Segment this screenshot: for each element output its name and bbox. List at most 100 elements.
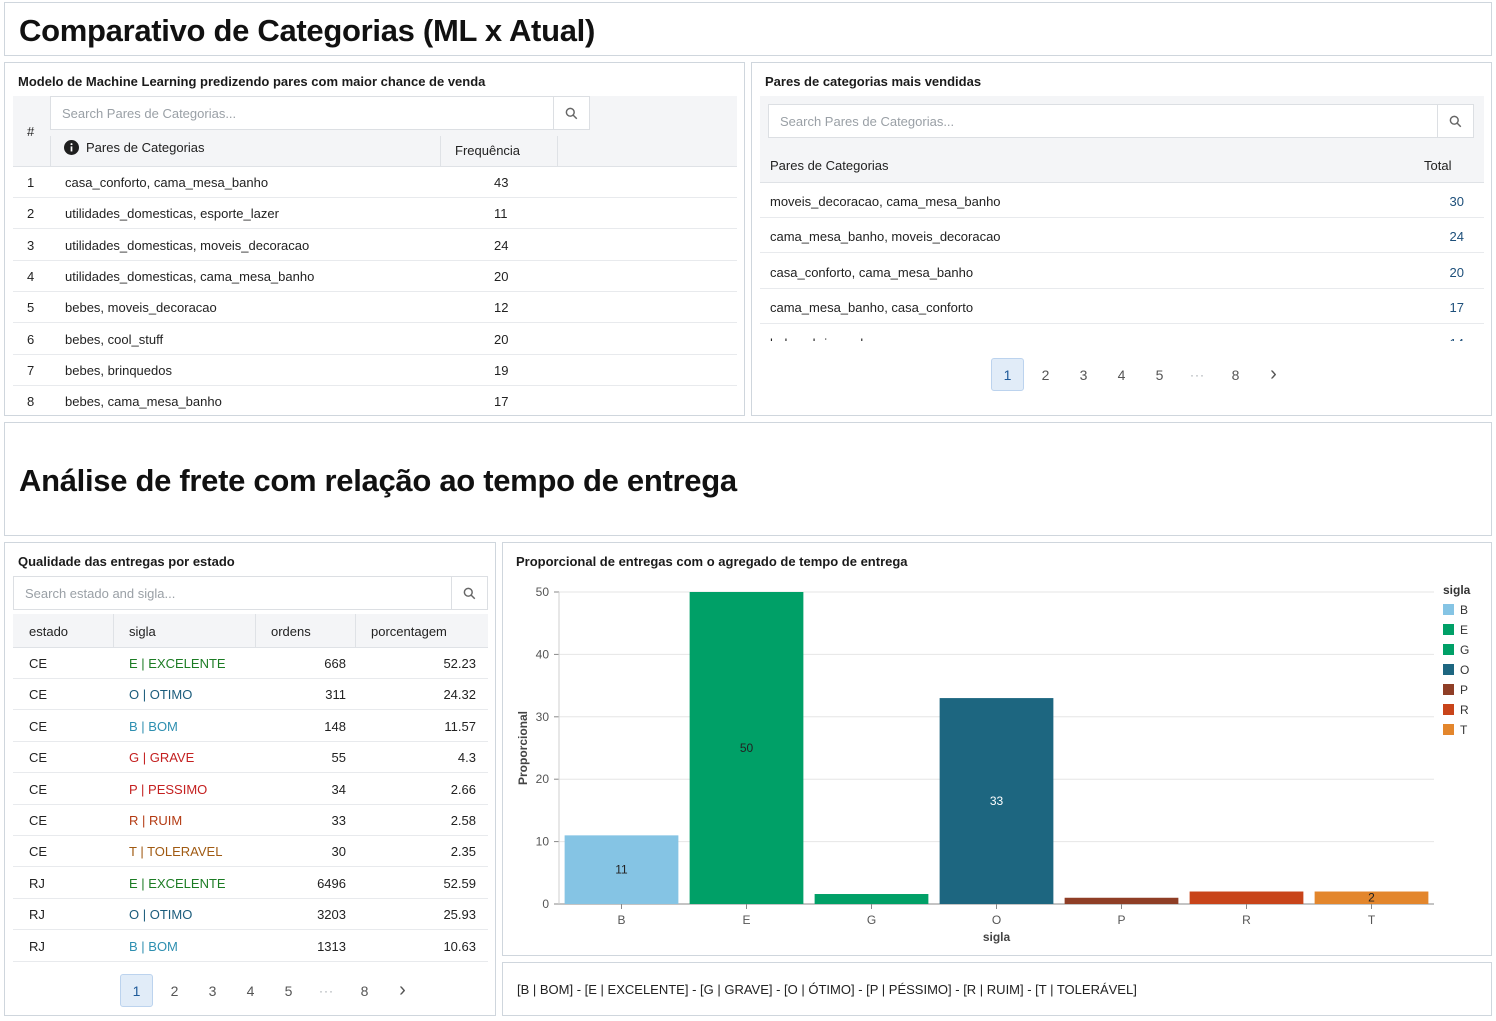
ml-row-pair: bebes, moveis_decoracao	[65, 300, 217, 316]
chart-data-label: 50	[740, 741, 754, 755]
page-button[interactable]: 2	[158, 974, 191, 1007]
top-search-input[interactable]: Search Pares de Categorias...	[769, 114, 1437, 129]
quality-col-ordens[interactable]: ordens	[271, 624, 311, 639]
header-panel-categorias: Comparativo de Categorias (ML x Atual)	[4, 2, 1492, 56]
ml-search-input[interactable]: Search Pares de Categorias...	[51, 106, 553, 121]
quality-table-row[interactable]: RJ O | OTIMO 3203 25.93	[13, 899, 488, 931]
page-button[interactable]: 1	[120, 974, 153, 1007]
search-icon	[565, 107, 578, 119]
chart-x-tick-label: E	[742, 913, 750, 927]
chart-bar-P[interactable]	[1064, 897, 1179, 904]
chart-x-axis-title: sigla	[983, 930, 1011, 944]
quality-table-row[interactable]: RJ B | BOM 1313 10.63	[13, 931, 488, 962]
ml-col-freq[interactable]: Frequência	[455, 143, 520, 158]
quality-row-ordens: 33	[331, 813, 346, 828]
ml-row-index: 6	[27, 331, 35, 347]
top-search-button[interactable]	[1437, 105, 1473, 137]
top-table-row[interactable]: casa_conforto, cama_mesa_banho 20	[760, 254, 1484, 289]
quality-row-sigla: G | GRAVE	[129, 750, 195, 766]
top-row-total: 30	[1449, 194, 1464, 209]
ml-table-row[interactable]: 1 casa_conforto, cama_mesa_banho 43	[13, 167, 737, 198]
quality-row-ordens: 6496	[317, 875, 346, 891]
page-button[interactable]: 5	[1143, 358, 1176, 391]
page-button[interactable]: 3	[1067, 358, 1100, 391]
quality-table-row[interactable]: CE P | PESSIMO 34 2.66	[13, 774, 488, 805]
page-button[interactable]: 3	[196, 974, 229, 1007]
next-page-icon[interactable]: ›	[1257, 358, 1290, 391]
top-row-pair: cama_mesa_banho, moveis_decoracao	[770, 229, 1001, 245]
top-col-total[interactable]: Total	[1424, 158, 1451, 173]
top-row-pair: cama_mesa_banho, casa_conforto	[770, 300, 974, 316]
ml-row-freq: 19	[494, 362, 509, 378]
ml-table-row[interactable]: 4 utilidades_domesticas, cama_mesa_banho 2…	[13, 261, 737, 292]
top-table-row[interactable]: cama_mesa_banho, moveis_decoracao 24	[760, 218, 1484, 254]
ml-row-pair: casa_conforto, cama_mesa_banho	[65, 175, 269, 190]
quality-table-row[interactable]: CE B | BOM 148 11.57	[13, 711, 488, 742]
ml-search-button[interactable]	[553, 97, 589, 129]
top-table-row[interactable]: cama_mesa_banho, casa_conforto 17	[760, 289, 1484, 325]
quality-search-input[interactable]: Search estado and sigla...	[14, 586, 451, 601]
chart-data-label: 33	[990, 794, 1004, 808]
chart-panel: Proporcional de entregas com o agregado …	[502, 542, 1492, 956]
ml-row-index: 5	[27, 300, 35, 316]
chart-bar-R[interactable]	[1189, 891, 1304, 904]
page-button[interactable]: 8	[1219, 358, 1252, 391]
ml-col-pairs[interactable]: Pares de Categorias	[64, 140, 205, 155]
search-icon	[463, 587, 476, 599]
page-button[interactable]: 1	[991, 358, 1024, 391]
quality-col-estado[interactable]: estado	[29, 624, 68, 639]
page-button[interactable]: 5	[272, 974, 305, 1007]
top-table-row[interactable]: bebes, brinquedos 14	[760, 325, 1484, 341]
quality-col-divider-2	[255, 614, 256, 648]
page-button[interactable]: 4	[1105, 358, 1138, 391]
chart-legend-swatch-E	[1443, 624, 1454, 635]
top-table-row[interactable]: moveis_decoracao, cama_mesa_banho 30	[760, 183, 1484, 218]
ml-table-row[interactable]: 2 utilidades_domesticas, esporte_lazer 11	[13, 198, 737, 230]
quality-row-ordens: 1313	[317, 938, 346, 954]
quality-col-pct[interactable]: porcentagem	[371, 624, 447, 639]
ml-row-pair: bebes, brinquedos	[65, 362, 172, 378]
top-pagination: 1 2 3 4 5 ··· 8 ›	[991, 358, 1295, 391]
quality-row-sigla: T | TOLERAVEL	[129, 844, 223, 860]
page-title-frete: Análise de frete com relação ao tempo de…	[19, 463, 737, 498]
ml-pairs-panel: Modelo de Machine Learning predizendo pa…	[4, 62, 745, 416]
page-button[interactable]: 4	[234, 974, 267, 1007]
ml-row-index: 8	[27, 394, 35, 410]
ml-table-row[interactable]: 3 utilidades_domesticas, moveis_decoracao…	[13, 230, 737, 261]
ml-row-pair: bebes, cool_stuff	[65, 331, 164, 347]
ml-search-box: Search Pares de Categorias...	[50, 96, 590, 130]
ml-table-row[interactable]: 5 bebes, moveis_decoracao 12	[13, 292, 737, 324]
quality-col-divider-3	[355, 614, 356, 648]
next-page-icon[interactable]: ›	[386, 974, 419, 1007]
ml-table-row[interactable]: 8 bebes, cama_mesa_banho 17	[13, 386, 737, 415]
chart-legend-swatch-P	[1443, 684, 1454, 695]
search-icon	[1449, 115, 1462, 127]
ml-table-row[interactable]: 6 bebes, cool_stuff 20	[13, 324, 737, 355]
chart-y-tick-label: 20	[536, 772, 550, 786]
page-button[interactable]: 2	[1029, 358, 1062, 391]
chart-bar-G[interactable]	[814, 894, 929, 904]
chart-legend-swatch-T	[1443, 724, 1454, 735]
legend-footnote-panel: [B | BOM] - [E | EXCELENTE] - [G | GRAVE…	[502, 962, 1492, 1016]
quality-table-row[interactable]: CE G | GRAVE 55 4.3	[13, 742, 488, 774]
pagination-ellipsis: ···	[1190, 367, 1205, 382]
quality-row-ordens: 34	[331, 781, 346, 797]
quality-table-row[interactable]: CE O | OTIMO 311 24.32	[13, 679, 488, 711]
quality-table-row[interactable]: CE R | RUIM 33 2.58	[13, 805, 488, 836]
chart-legend-label: T	[1460, 723, 1468, 737]
ml-row-index: 3	[27, 237, 35, 253]
chart-y-axis-title: Proporcional	[516, 711, 530, 785]
info-icon[interactable]	[64, 140, 79, 155]
quality-panel: Qualidade das entregas por estado Search…	[4, 542, 496, 1016]
page-button[interactable]: 8	[348, 974, 381, 1007]
quality-search-button[interactable]	[451, 577, 487, 609]
quality-row-ordens: 668	[324, 656, 346, 671]
ml-table-row[interactable]: 7 bebes, brinquedos 19	[13, 355, 737, 386]
quality-table-row[interactable]: CE T | TOLERAVEL 30 2.35	[13, 836, 488, 868]
quality-col-sigla[interactable]: sigla	[129, 624, 156, 639]
chart-x-tick-label: P	[1117, 913, 1125, 927]
top-col-pairs[interactable]: Pares de Categorias	[770, 158, 889, 173]
quality-table-row[interactable]: RJ E | EXCELENTE 6496 52.59	[13, 868, 488, 899]
quality-table-row[interactable]: CE E | EXCELENTE 668 52.23	[13, 648, 488, 679]
chart-x-tick-label: O	[992, 913, 1001, 927]
